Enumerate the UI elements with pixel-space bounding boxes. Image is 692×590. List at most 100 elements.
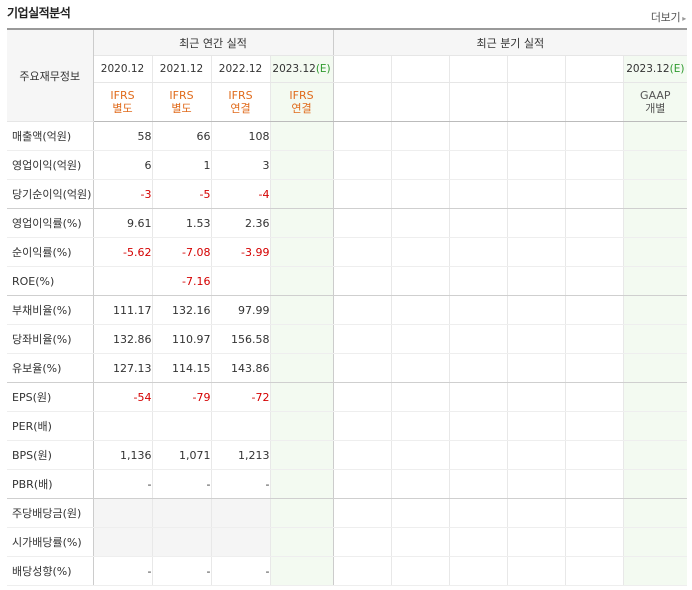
label-header: 주요재무정보 xyxy=(7,29,94,122)
table-row: PBR(배) - - - xyxy=(7,469,688,499)
quarter-cell xyxy=(623,179,688,209)
quarter-cell xyxy=(623,440,688,470)
value-cell xyxy=(93,266,153,296)
more-link[interactable]: 더보기 ▸ xyxy=(651,9,686,25)
quarter-cell xyxy=(333,121,392,151)
quarter-cell xyxy=(333,353,392,383)
period-label: 2020.12 xyxy=(100,63,145,75)
quarter-cell xyxy=(507,556,566,586)
value-cell: 1,213 xyxy=(211,440,271,470)
quarter-cell xyxy=(623,382,688,412)
value-cell xyxy=(270,295,334,325)
annual-basis-2: IFRS 연결 xyxy=(211,82,271,122)
table-row: PER(배) xyxy=(7,411,688,441)
period-label: 2023.12 xyxy=(272,63,316,75)
quarter-basis-3 xyxy=(507,82,566,122)
value-cell: 127.13 xyxy=(93,353,153,383)
quarter-period-0 xyxy=(333,55,392,83)
quarter-cell xyxy=(391,411,450,441)
quarter-cell xyxy=(449,324,508,354)
row-label: 부채비율(%) xyxy=(7,295,94,325)
value-cell xyxy=(152,498,212,528)
value-cell: -72 xyxy=(211,382,271,412)
quarter-cell xyxy=(623,353,688,383)
quarter-cell xyxy=(333,208,392,238)
quarter-period-5: 2023.12(E) xyxy=(623,55,688,83)
quarter-cell xyxy=(565,295,624,325)
quarter-cell xyxy=(449,498,508,528)
annual-period-0: 2020.12 xyxy=(93,55,153,83)
value-cell: 1 xyxy=(152,150,212,180)
consolidation-type: 별도 xyxy=(171,102,192,115)
quarter-cell xyxy=(623,295,688,325)
value-cell: -5.62 xyxy=(93,237,153,267)
quarter-basis-0 xyxy=(333,82,392,122)
quarter-cell xyxy=(565,527,624,557)
row-label: BPS(원) xyxy=(7,440,94,470)
value-cell: 9.61 xyxy=(93,208,153,238)
value-cell: -54 xyxy=(93,382,153,412)
quarter-basis-1 xyxy=(391,82,450,122)
quarter-cell xyxy=(391,440,450,470)
annual-basis-1: IFRS 별도 xyxy=(152,82,212,122)
value-cell xyxy=(270,469,334,499)
period-label: 2023.12 xyxy=(626,63,670,75)
quarter-cell xyxy=(449,266,508,296)
value-cell xyxy=(270,237,334,267)
quarter-cell xyxy=(391,179,450,209)
value-cell: 132.16 xyxy=(152,295,212,325)
value-cell xyxy=(211,498,271,528)
value-cell xyxy=(270,266,334,296)
quarter-cell xyxy=(391,527,450,557)
row-label: 배당성향(%) xyxy=(7,556,94,586)
consolidation-type: 연결 xyxy=(230,102,251,115)
value-cell: 108 xyxy=(211,121,271,151)
quarter-cell xyxy=(565,324,624,354)
quarter-cell xyxy=(623,237,688,267)
quarter-cell xyxy=(391,208,450,238)
consolidation-type: 개별 xyxy=(645,102,666,115)
table-row: 당좌비율(%) 132.86 110.97 156.58 xyxy=(7,324,688,354)
quarter-cell xyxy=(333,266,392,296)
value-cell xyxy=(270,411,334,441)
quarter-cell xyxy=(565,498,624,528)
value-cell: - xyxy=(211,469,271,499)
quarter-cell xyxy=(507,208,566,238)
value-cell: 143.86 xyxy=(211,353,271,383)
quarter-cell xyxy=(623,208,688,238)
quarter-cell xyxy=(623,266,688,296)
quarter-cell xyxy=(507,353,566,383)
quarter-cell xyxy=(565,382,624,412)
quarter-cell xyxy=(565,556,624,586)
accounting-standard: IFRS xyxy=(110,89,135,102)
table-row: 영업이익률(%) 9.61 1.53 2.36 xyxy=(7,208,688,238)
quarter-basis-4 xyxy=(565,82,624,122)
value-cell xyxy=(211,411,271,441)
estimate-mark: (E) xyxy=(669,63,685,75)
quarter-period-3 xyxy=(507,55,566,83)
row-label: 유보율(%) xyxy=(7,353,94,383)
quarter-cell xyxy=(565,121,624,151)
value-cell xyxy=(211,527,271,557)
value-cell xyxy=(270,498,334,528)
financial-summary-table: 주요재무정보 최근 연간 실적 최근 분기 실적 2020.12 2021.12 2… xyxy=(7,28,688,586)
annual-basis-0: IFRS 별도 xyxy=(93,82,153,122)
quarter-cell xyxy=(333,469,392,499)
table-row: 배당성향(%) - - - xyxy=(7,556,688,586)
row-label: 매출액(억원) xyxy=(7,121,94,151)
quarter-cell xyxy=(507,295,566,325)
row-label: 영업이익(억원) xyxy=(7,150,94,180)
value-cell: -3 xyxy=(93,179,153,209)
quarter-cell xyxy=(507,266,566,296)
row-label: 영업이익률(%) xyxy=(7,208,94,238)
quarter-cell xyxy=(507,179,566,209)
value-cell: - xyxy=(93,556,153,586)
quarter-cell xyxy=(449,150,508,180)
quarter-cell xyxy=(507,411,566,441)
quarter-cell xyxy=(391,237,450,267)
value-cell: 1,071 xyxy=(152,440,212,470)
quarter-cell xyxy=(565,179,624,209)
value-cell xyxy=(152,411,212,441)
quarter-basis-5: GAAP 개별 xyxy=(623,82,688,122)
quarter-cell xyxy=(449,411,508,441)
